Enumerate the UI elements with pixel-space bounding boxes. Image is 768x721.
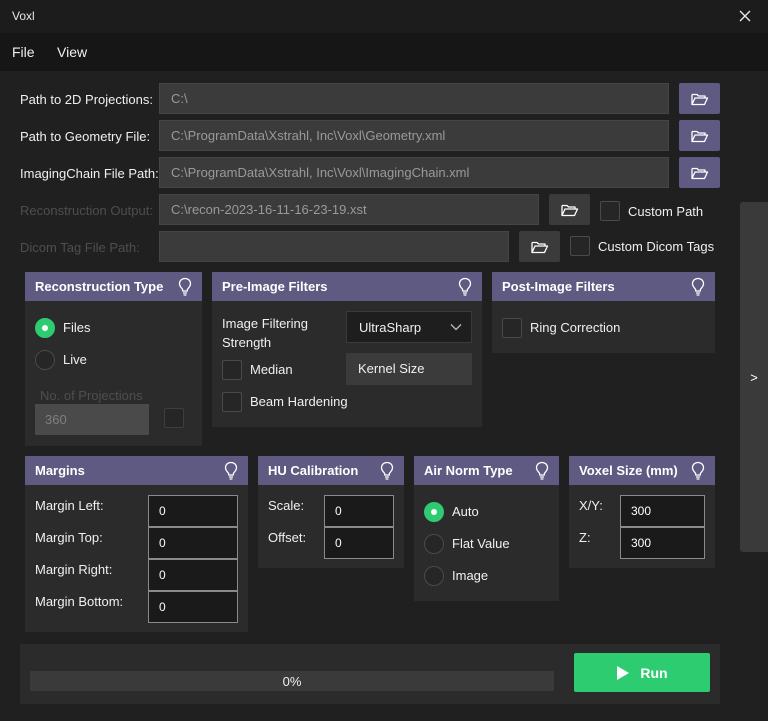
lightbulb-icon[interactable] bbox=[379, 461, 395, 481]
margin-left-input[interactable]: 0 bbox=[148, 495, 238, 527]
voxel-z-label: Z: bbox=[579, 530, 591, 545]
lightbulb-icon[interactable] bbox=[690, 277, 706, 297]
air-norm-auto-radio[interactable] bbox=[424, 502, 444, 522]
margins-title: Margins bbox=[25, 456, 248, 485]
lightbulb-icon[interactable] bbox=[534, 461, 550, 481]
ring-correction-checkbox[interactable] bbox=[502, 318, 522, 338]
custom-path-checkbox[interactable] bbox=[600, 201, 620, 221]
median-label: Median bbox=[250, 362, 293, 377]
menu-view[interactable]: View bbox=[57, 44, 87, 60]
progress-text: 0% bbox=[282, 674, 302, 689]
median-checkbox[interactable] bbox=[222, 360, 242, 380]
side-panel-toggle[interactable]: > bbox=[740, 202, 768, 552]
pre-filters-title: Pre-Image Filters bbox=[212, 272, 482, 301]
browse-imaging-chain-button[interactable] bbox=[679, 157, 720, 188]
voxel-xy-input[interactable]: 300 bbox=[620, 495, 705, 527]
ring-correction-label: Ring Correction bbox=[530, 320, 621, 335]
browse-recon-output-button[interactable] bbox=[549, 194, 590, 225]
lightbulb-icon[interactable] bbox=[690, 461, 706, 481]
filter-strength-label: Image Filtering Strength bbox=[222, 316, 308, 350]
voxel-z-input[interactable]: 300 bbox=[620, 527, 705, 559]
hu-scale-input[interactable]: 0 bbox=[324, 495, 394, 527]
margin-bottom-label: Margin Bottom: bbox=[35, 594, 124, 609]
close-button[interactable] bbox=[734, 5, 756, 27]
live-label: Live bbox=[63, 352, 87, 367]
live-radio[interactable] bbox=[35, 350, 55, 370]
air-norm-flat-radio[interactable] bbox=[424, 534, 444, 554]
folder-open-icon bbox=[690, 93, 708, 105]
hu-offset-input[interactable]: 0 bbox=[324, 527, 394, 559]
filter-strength-value: UltraSharp bbox=[359, 320, 422, 335]
close-icon bbox=[739, 10, 751, 22]
folder-open-icon bbox=[690, 130, 708, 142]
lightbulb-icon[interactable] bbox=[457, 277, 473, 297]
window-title: Voxl bbox=[12, 9, 35, 23]
post-filters-title: Post-Image Filters bbox=[492, 272, 715, 301]
lightbulb-icon[interactable] bbox=[177, 277, 193, 297]
custom-dicom-label: Custom Dicom Tags bbox=[598, 239, 715, 254]
files-label: Files bbox=[63, 320, 91, 335]
chevron-down-icon bbox=[450, 324, 462, 331]
kernel-size-field[interactable]: Kernel Size bbox=[346, 353, 472, 385]
geometry-path-field[interactable]: C:\ProgramData\Xstrahl, Inc\Voxl\Geometr… bbox=[159, 120, 669, 151]
recon-output-field[interactable]: C:\recon-2023-16-11-16-23-19.xst bbox=[159, 194, 539, 225]
margin-right-input[interactable]: 0 bbox=[148, 559, 238, 591]
projections-path-label: Path to 2D Projections: bbox=[20, 92, 153, 107]
menu-file[interactable]: File bbox=[12, 44, 35, 60]
air-norm-flat-label: Flat Value bbox=[452, 536, 510, 551]
projections-count-input[interactable]: 360 bbox=[35, 404, 149, 435]
hu-scale-label: Scale: bbox=[268, 498, 305, 513]
imaging-chain-path-field[interactable]: C:\ProgramData\Xstrahl, Inc\Voxl\Imaging… bbox=[159, 157, 669, 188]
custom-dicom-checkbox[interactable] bbox=[570, 236, 590, 256]
folder-open-icon bbox=[690, 167, 708, 179]
margin-top-label: Margin Top: bbox=[35, 530, 103, 545]
run-button[interactable]: Run bbox=[574, 653, 710, 692]
air-norm-image-radio[interactable] bbox=[424, 566, 444, 586]
projections-path-field[interactable]: C:\ bbox=[159, 83, 669, 114]
projections-checkbox[interactable] bbox=[164, 408, 184, 428]
browse-geometry-button[interactable] bbox=[679, 120, 720, 151]
voxel-xy-label: X/Y: bbox=[579, 498, 603, 513]
beam-hardening-label: Beam Hardening bbox=[250, 394, 348, 409]
filter-strength-dropdown[interactable]: UltraSharp bbox=[346, 311, 472, 343]
run-label: Run bbox=[640, 664, 668, 681]
folder-open-icon bbox=[530, 241, 548, 253]
margin-bottom-input[interactable]: 0 bbox=[148, 591, 238, 623]
margin-top-input[interactable]: 0 bbox=[148, 527, 238, 559]
dicom-path-field[interactable] bbox=[159, 231, 509, 262]
air-norm-image-label: Image bbox=[452, 568, 489, 583]
browse-projections-button[interactable] bbox=[679, 83, 720, 114]
menu-bar bbox=[0, 33, 768, 71]
beam-hardening-checkbox[interactable] bbox=[222, 392, 242, 412]
lightbulb-icon[interactable] bbox=[223, 461, 239, 481]
hu-offset-label: Offset: bbox=[268, 530, 307, 545]
play-icon bbox=[617, 665, 630, 680]
imaging-chain-path-label: ImagingChain File Path: bbox=[20, 166, 159, 181]
folder-open-icon bbox=[560, 204, 578, 216]
post-filters-panel: Post-Image Filters bbox=[492, 272, 715, 353]
projections-count-label: No. of Projections bbox=[40, 388, 143, 403]
margin-right-label: Margin Right: bbox=[35, 562, 113, 577]
title-bar bbox=[0, 0, 768, 33]
browse-dicom-button[interactable] bbox=[519, 231, 560, 262]
geometry-path-label: Path to Geometry File: bbox=[20, 129, 151, 144]
air-norm-auto-label: Auto bbox=[452, 504, 479, 519]
dicom-path-label: Dicom Tag File Path: bbox=[20, 240, 140, 255]
recon-type-title: Reconstruction Type bbox=[25, 272, 202, 301]
custom-path-label: Custom Path bbox=[628, 204, 704, 219]
margin-left-label: Margin Left: bbox=[35, 498, 104, 513]
recon-output-label: Reconstruction Output: bbox=[20, 203, 153, 218]
files-radio[interactable] bbox=[35, 318, 55, 338]
